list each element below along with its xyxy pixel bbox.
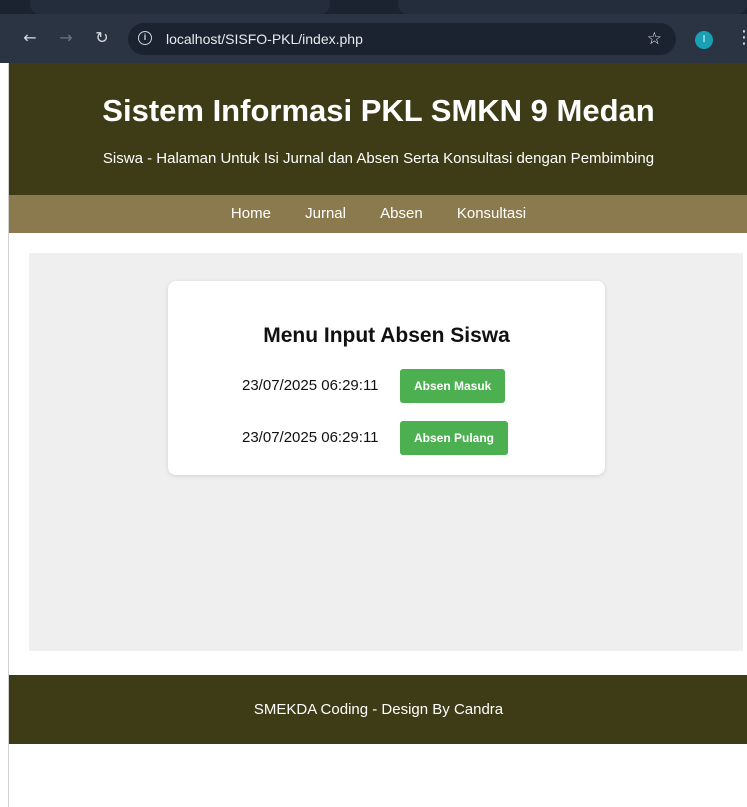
profile-avatar[interactable]: I [695, 31, 713, 49]
nav-link-home[interactable]: Home [231, 205, 271, 222]
site-subtitle: Siswa - Halaman Untuk Isi Jurnal dan Abs… [102, 150, 655, 167]
web-page: Sistem Informasi PKL SMKN 9 Medan Siswa … [8, 63, 747, 807]
absen-card-title: Menu Input Absen Siswa [263, 324, 510, 347]
nav-link-konsultasi[interactable]: Konsultasi [457, 205, 526, 222]
nav-link-jurnal[interactable]: Jurnal [305, 205, 346, 222]
browser-tab[interactable] [30, 0, 330, 14]
absen-pulang-button[interactable]: Absen Pulang [400, 421, 509, 455]
site-info-icon[interactable]: i [138, 31, 152, 45]
nav-link-absen[interactable]: Absen [380, 205, 423, 222]
address-bar[interactable]: i localhost/SISFO-PKL/index.php ☆ [128, 23, 676, 55]
site-title: Sistem Informasi PKL SMKN 9 Medan [102, 93, 655, 128]
main-content: Menu Input Absen Siswa 23/07/2025 06:29:… [29, 253, 743, 651]
absen-pulang-timestamp: 23/07/2025 06:29:11 [242, 429, 379, 446]
footer-text: SMEKDA Coding - Design By Candra [253, 701, 504, 718]
browser-toolbar: ← → ↻ i localhost/SISFO-PKL/index.php ☆ … [0, 14, 747, 63]
main-nav: Home Jurnal Absen Konsultasi [9, 195, 747, 233]
absen-masuk-row: 23/07/2025 06:29:11 Absen Masuk [168, 369, 605, 403]
site-footer: SMEKDA Coding - Design By Candra [9, 675, 747, 744]
absen-card: Menu Input Absen Siswa 23/07/2025 06:29:… [168, 281, 605, 475]
browser-menu-icon[interactable]: ⋮ [735, 26, 747, 50]
absen-masuk-timestamp: 23/07/2025 06:29:11 [242, 377, 379, 394]
browser-chrome: ← → ↻ i localhost/SISFO-PKL/index.php ☆ … [0, 0, 747, 63]
absen-masuk-button[interactable]: Absen Masuk [400, 369, 506, 403]
forward-icon[interactable]: → [56, 28, 76, 48]
reload-icon[interactable]: ↻ [92, 28, 112, 48]
back-icon[interactable]: ← [20, 28, 40, 48]
browser-tab[interactable] [398, 0, 747, 14]
address-url[interactable]: localhost/SISFO-PKL/index.php [166, 23, 363, 55]
tab-strip [0, 0, 747, 14]
bookmark-star-icon[interactable]: ☆ [647, 23, 662, 55]
site-header: Sistem Informasi PKL SMKN 9 Medan Siswa … [9, 63, 747, 195]
absen-pulang-row: 23/07/2025 06:29:11 Absen Pulang [168, 421, 605, 455]
